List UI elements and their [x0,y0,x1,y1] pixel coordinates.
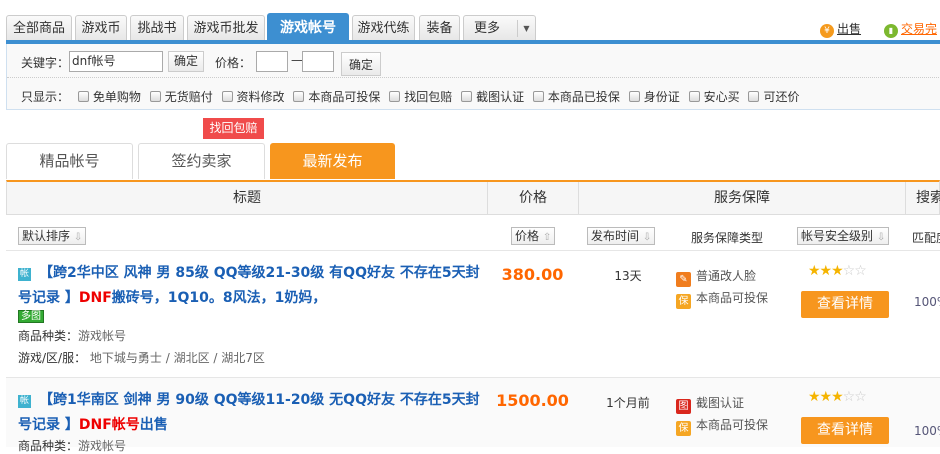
price-min-input[interactable] [256,51,288,72]
security-stars: ★★★☆☆ [808,263,867,279]
category: 商品种类：游戏帐号 [18,439,127,453]
price: 380.00 [501,265,564,284]
tab-game-account[interactable]: 游戏帐号 [267,13,349,42]
edit-icon: ✎ [676,272,691,287]
trade-link[interactable]: ▮ 交易完 [884,20,937,38]
more-label: 更多 [474,21,501,36]
sort-security[interactable]: 帐号安全级别 ⇩ [797,227,890,245]
listing-title[interactable]: 帐【跨2华中区 风神 男 85级 QQ等级21-30级 有QQ好友 不存在5天封… [18,261,488,311]
listing-row: 帐【跨1华南区 剑神 男 90级 QQ等级11-20级 无QQ好友 不存在5天封… [6,377,940,453]
checkbox-free-order[interactable]: 免单购物 [73,90,141,104]
header-title: 标题 [7,182,488,215]
arrow-down-icon: ⇩ [73,232,83,243]
chart-icon: ▮ [884,24,898,38]
trade-label: 交易完 [901,22,938,36]
show-only-label: 只显示： [21,90,70,104]
listing-title[interactable]: 帐【跨1华南区 剑神 男 90级 QQ等级11-20级 无QQ好友 不存在5天封… [18,388,488,438]
keyword-label: 关键字： [21,56,70,70]
yen-icon: ¥ [820,24,834,38]
table-header: 标题 价格 服务保障 搜索 [6,180,940,215]
match-percent: 100% [914,295,940,309]
service-face-change: ✎ 普通改人脸 [676,267,756,287]
chevron-down-icon: ▼ [517,20,535,37]
filter-panel: 关键字： dnf帐号 确定 价格： — 确定 只显示： 免单购物 无货赔付 资料… [6,44,940,110]
service-insurable: 保本商品可投保 [676,289,768,309]
account-icon: 帐 [18,395,31,408]
subtab-contracted[interactable]: 签约卖家 [138,143,265,179]
subtab-latest[interactable]: 最新发布 [270,143,395,179]
header-service: 服务保障 [579,182,906,215]
service-type-label: 服务保障类型 [691,231,764,245]
tab-all-goods[interactable]: 全部商品 [6,15,72,41]
multi-image-badge: 多图 [18,310,44,323]
checkbox-negotiable[interactable]: 可还价 [743,90,799,104]
publish-time: 1个月前 [606,396,650,410]
view-details-button[interactable]: 查看详情 [801,291,889,318]
subtab-premium[interactable]: 精品帐号 [6,143,133,179]
checkbox-insured[interactable]: 本商品已投保 [528,90,620,104]
checkbox-screenshot-verified[interactable]: 截图认证 [456,90,524,104]
checkbox-info-modify[interactable]: 资料修改 [217,90,285,104]
recovery-tooltip: 找回包赔 [203,118,264,139]
server: 游戏/区/服： 地下城与勇士 / 湖北区 / 湖北7区 [18,351,265,365]
tab-equipment[interactable]: 装备 [419,15,460,41]
tab-challenge[interactable]: 挑战书 [130,15,184,41]
tab-game-coin[interactable]: 游戏币 [75,15,127,41]
category: 商品种类：游戏帐号 [18,329,127,343]
tab-leveling[interactable]: 游戏代练 [352,15,415,41]
checkbox-safe-buy[interactable]: 安心买 [684,90,740,104]
price: 1500.00 [496,391,569,410]
tab-more[interactable]: 更多 ▼ [463,15,536,41]
screenshot-icon: 图 [676,399,691,414]
arrow-down-icon: ⇩ [642,232,652,243]
match-percent: 100% [914,424,940,438]
divider [7,77,940,78]
checkbox-recovery-guarantee[interactable]: 找回包赔 [384,90,452,104]
service-insurable: 保本商品可投保 [676,416,768,436]
keyword-confirm-button[interactable]: 确定 [168,51,204,72]
match-label: 匹配度 [912,231,940,245]
listing-row: 帐【跨2华中区 风神 男 85级 QQ等级21-30级 有QQ好友 不存在5天封… [6,250,940,377]
price-max-input[interactable] [302,51,334,72]
price-label: 价格： [215,56,252,70]
security-stars: ★★★☆☆ [808,389,867,405]
header-search: 搜索 [916,190,940,206]
service-screenshot: 图截图认证 [676,394,744,414]
header-price: 价格 [488,182,579,215]
arrow-down-icon: ⇩ [876,232,886,243]
sell-label: 出售 [837,22,862,36]
checkbox-insurable[interactable]: 本商品可投保 [288,90,380,104]
sort-time[interactable]: 发布时间 ⇩ [587,227,656,245]
publish-time: 13天 [614,269,642,283]
checkbox-id-card[interactable]: 身份证 [624,90,680,104]
account-icon: 帐 [18,268,31,281]
keyword-input[interactable]: dnf帐号 [69,51,163,72]
sort-default[interactable]: 默认排序 ⇩ [18,227,87,245]
sell-link[interactable]: ¥ 出售 [820,20,861,38]
view-details-button[interactable]: 查看详情 [801,417,889,444]
show-only-filters: 只显示： 免单购物 无货赔付 资料修改 本商品可投保 找回包赔 截图认证 本商品… [21,88,799,105]
insurance-icon: 保 [676,421,691,436]
sort-price[interactable]: 价格 ⇧ [511,227,556,245]
arrow-up-icon: ⇧ [542,232,552,243]
checkbox-no-stock-pay[interactable]: 无货赔付 [145,90,213,104]
price-confirm-button[interactable]: 确定 [341,52,381,76]
tab-coin-wholesale[interactable]: 游戏币批发 [187,15,265,41]
insurance-icon: 保 [676,294,691,309]
